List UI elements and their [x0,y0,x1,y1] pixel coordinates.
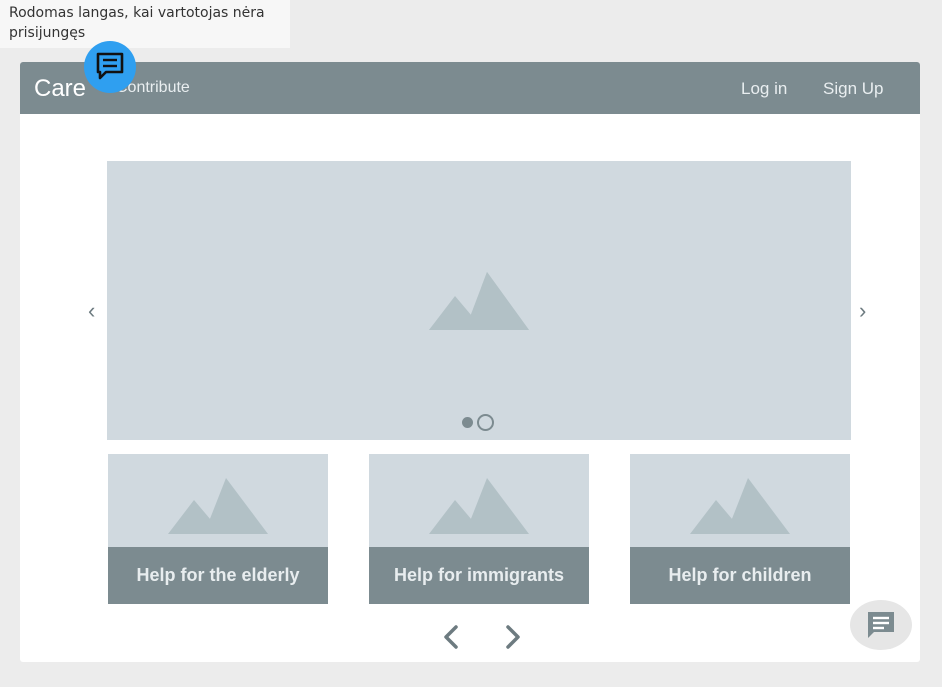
login-link[interactable]: Log in [741,79,787,99]
top-navbar: Care Contribute Log in Sign Up [20,62,920,114]
cards-next-icon[interactable] [502,624,524,650]
mountain-image-icon [429,478,529,534]
page-caption: Rodomas langas, kai vartotojas nėra pris… [0,0,290,48]
hero-carousel [107,161,851,440]
carousel-next-arrow[interactable]: › [859,300,866,322]
mountain-image-icon [429,272,529,330]
carousel-indicators [462,414,494,431]
carousel-dot-active[interactable] [462,417,473,428]
signup-link[interactable]: Sign Up [823,79,883,99]
chat-icon [868,612,894,638]
mountain-image-icon [168,478,268,534]
card-children[interactable]: Help for children [630,454,850,604]
chat-fab-button[interactable] [850,600,912,650]
chat-badge-icon[interactable] [84,41,136,93]
card-label: Help for immigrants [369,547,589,604]
comment-icon [96,52,124,80]
cards-prev-icon[interactable] [440,624,462,650]
carousel-dot[interactable] [477,414,494,431]
card-immigrants[interactable]: Help for immigrants [369,454,589,604]
brand-logo[interactable]: Care [34,75,86,103]
card-label: Help for children [630,547,850,604]
card-label: Help for the elderly [108,547,328,604]
app-frame: Care Contribute Log in Sign Up ‹ › Help … [20,62,920,662]
carousel-prev-arrow[interactable]: ‹ [88,300,95,322]
card-elderly[interactable]: Help for the elderly [108,454,328,604]
mountain-image-icon [690,478,790,534]
